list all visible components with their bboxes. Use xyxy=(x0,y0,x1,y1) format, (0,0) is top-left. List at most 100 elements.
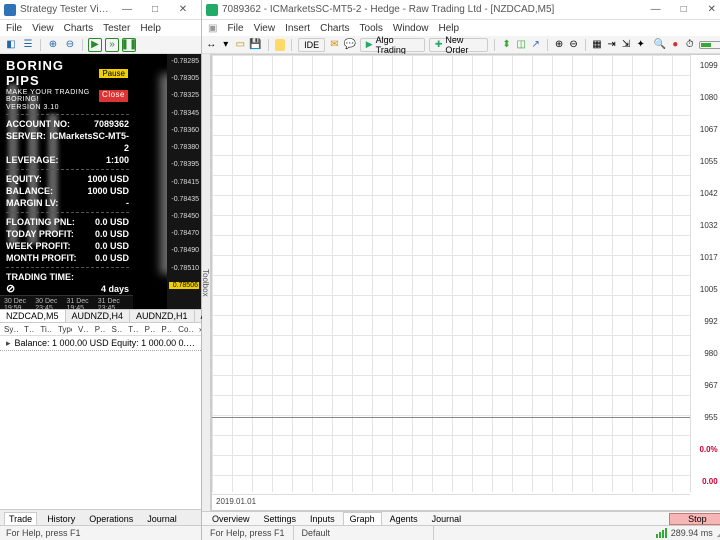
minimize-button[interactable]: — xyxy=(642,2,670,18)
menu-view[interactable]: View xyxy=(254,23,276,34)
indicators-icon[interactable]: ✦ xyxy=(635,39,646,51)
tab-overview[interactable]: Overview xyxy=(206,513,256,525)
menu-window[interactable]: Window xyxy=(393,23,429,34)
new-order-button[interactable]: ✚New Order xyxy=(429,38,489,52)
col-type[interactable]: Type xyxy=(58,325,72,334)
latency-text: 289.94 ms xyxy=(671,528,713,538)
bars-icon[interactable]: ☰ xyxy=(21,38,35,52)
price-tick: 980 xyxy=(693,349,718,358)
trade-columns: Sy… T… Ti… Type V… P… S… T… P… P… Co… › xyxy=(0,323,201,336)
candles-icon[interactable]: ◧ xyxy=(4,38,18,52)
menu-help[interactable]: Help xyxy=(438,23,459,34)
search-icon[interactable]: 🔍 xyxy=(654,39,666,51)
maximize-button[interactable]: □ xyxy=(141,2,169,18)
dropdown-icon[interactable]: ▾ xyxy=(221,39,232,51)
save-icon[interactable]: 💾 xyxy=(250,39,262,51)
label-month: MONTH PROFIT: xyxy=(6,252,77,264)
menu-file[interactable]: File xyxy=(6,23,22,34)
tab-journal[interactable]: Journal xyxy=(426,513,468,525)
menu-help[interactable]: Help xyxy=(140,23,161,34)
maximize-button[interactable]: □ xyxy=(670,2,698,18)
close-ea-button[interactable]: Close xyxy=(98,89,129,103)
collapse-icon[interactable]: ▸ xyxy=(6,338,11,349)
tab-audnzd-h4[interactable]: AUDNZD,H4 xyxy=(66,310,131,322)
tab-graph[interactable]: Graph xyxy=(343,512,382,525)
tab-history[interactable]: History xyxy=(43,513,79,525)
col-scroll-icon[interactable]: › xyxy=(199,325,201,334)
chart-canvas[interactable]: BORING PIPS Pause MAKE YOUR TRADING BORI… xyxy=(0,54,167,309)
autoscroll-icon[interactable]: ⇲ xyxy=(621,39,632,51)
tile-icon[interactable]: ▦ xyxy=(592,39,603,51)
col-co[interactable]: Co… xyxy=(178,325,193,334)
alert-icon[interactable]: ● xyxy=(670,39,681,51)
price-tick: 1017 xyxy=(693,253,718,262)
connection-status[interactable]: 289.94 ms ◢ xyxy=(650,528,720,539)
price-tick: -0.78285 xyxy=(169,58,199,65)
pause-icon[interactable]: ❚❚ xyxy=(122,38,136,52)
menu-view[interactable]: View xyxy=(32,23,54,34)
restore-icon[interactable]: ▣ xyxy=(208,23,217,34)
play-icon[interactable]: ▶ xyxy=(88,38,102,52)
nav-back-icon[interactable]: ↔ xyxy=(206,39,217,51)
chart-viewport[interactable]: 1099 1080 1067 1055 1042 1032 1017 1005 … xyxy=(211,54,720,511)
market-watch-icon[interactable] xyxy=(275,39,286,51)
close-button[interactable]: ✕ xyxy=(169,2,197,18)
col-p3[interactable]: P… xyxy=(161,325,172,334)
minimize-button[interactable]: — xyxy=(113,2,141,18)
label-equity: EQUITY: xyxy=(6,173,42,185)
col-v[interactable]: V… xyxy=(78,325,89,334)
time-tick: 30 Dec 19:59 xyxy=(4,298,35,307)
col-ti[interactable]: Ti… xyxy=(40,325,52,334)
tab-nzdcad-m5[interactable]: NZDCAD,M5 xyxy=(0,310,66,322)
status-profile[interactable]: Default xyxy=(294,526,434,540)
col-t2[interactable]: T… xyxy=(128,325,138,334)
price-tick: 1032 xyxy=(693,221,718,230)
tab-inputs[interactable]: Inputs xyxy=(304,513,341,525)
menubar-left: File View Charts Tester Help xyxy=(0,20,201,36)
menu-charts[interactable]: Charts xyxy=(64,23,93,34)
menu-tools[interactable]: Tools xyxy=(360,23,383,34)
chart-candles-icon[interactable]: ◫ xyxy=(516,39,527,51)
close-button[interactable]: ✕ xyxy=(698,2,720,18)
menu-insert[interactable]: Insert xyxy=(285,23,310,34)
value-margin: - xyxy=(126,197,129,209)
menu-tester[interactable]: Tester xyxy=(103,23,130,34)
menu-file[interactable]: File xyxy=(227,23,243,34)
col-p[interactable]: P… xyxy=(95,325,106,334)
menu-charts[interactable]: Charts xyxy=(320,23,349,34)
fast-forward-icon[interactable]: » xyxy=(105,38,119,52)
label-week: WEEK PROFIT: xyxy=(6,240,71,252)
toolbox-tab[interactable]: Toolbox xyxy=(202,54,211,511)
col-p2[interactable]: P… xyxy=(145,325,156,334)
chat-icon[interactable]: 💬 xyxy=(344,39,356,51)
chart-bars-icon[interactable]: ⬍ xyxy=(501,39,512,51)
tab-agents[interactable]: Agents xyxy=(384,513,424,525)
price-tick: -0.78450 xyxy=(169,213,199,220)
chart-grid xyxy=(212,55,690,492)
col-s[interactable]: S… xyxy=(111,325,122,334)
tab-journal[interactable]: Journal xyxy=(143,513,181,525)
mail-icon[interactable]: ✉ xyxy=(329,39,340,51)
col-sy[interactable]: Sy… xyxy=(4,325,18,334)
tab-audnzd-h1[interactable]: AUDNZD,H1 xyxy=(130,310,195,322)
algo-trading-button[interactable]: ▶Algo Trading xyxy=(360,38,425,52)
zoom-in-icon[interactable]: ⊕ xyxy=(46,38,60,52)
tab-settings[interactable]: Settings xyxy=(258,513,303,525)
mt5-icon xyxy=(206,4,218,16)
shift-icon[interactable]: ⇥ xyxy=(606,39,617,51)
chart-line-icon[interactable]: ↗ xyxy=(530,39,541,51)
timeframe-icon[interactable]: ⏱ xyxy=(684,39,695,51)
zoom-out-icon[interactable]: ⊖ xyxy=(63,38,77,52)
ide-button[interactable]: IDE xyxy=(298,38,325,52)
tab-trade[interactable]: Trade xyxy=(4,512,37,525)
zoom-out-icon[interactable]: ⊖ xyxy=(568,39,579,51)
label-account: ACCOUNT NO: xyxy=(6,118,70,130)
zoom-in-icon[interactable]: ⊕ xyxy=(554,39,565,51)
folder-icon[interactable]: ▭ xyxy=(235,39,246,51)
pause-ea-button[interactable]: Pause xyxy=(98,68,129,79)
stop-button[interactable]: Stop xyxy=(669,513,720,525)
strategy-tester-window: Strategy Tester Visualization: BoringPip… xyxy=(0,0,202,540)
tab-operations[interactable]: Operations xyxy=(85,513,137,525)
col-t[interactable]: T… xyxy=(24,325,34,334)
clock-icon: ⊘ xyxy=(6,283,15,295)
